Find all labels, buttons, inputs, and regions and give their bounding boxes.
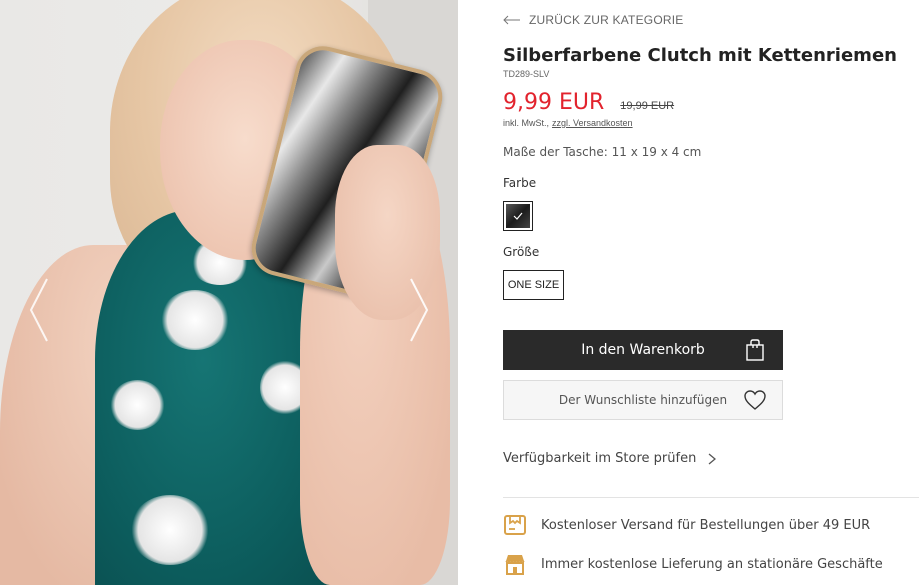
benefit-store-delivery: Immer kostenlose Lieferung an stationäre… <box>503 552 883 576</box>
check-store-availability-link[interactable]: Verfügbarkeit im Store prüfen <box>503 451 717 466</box>
benefit-text: Kostenloser Versand für Bestellungen übe… <box>541 517 871 533</box>
product-info-panel: ZURÜCK ZUR KATEGORIE Silberfarbene Clutc… <box>503 0 919 585</box>
add-to-wishlist-label: Der Wunschliste hinzufügen <box>558 393 728 407</box>
shipping-costs-link[interactable]: zzgl. Versandkosten <box>552 118 633 128</box>
color-swatch-fill <box>506 204 530 228</box>
store-availability-label: Verfügbarkeit im Store prüfen <box>503 451 697 466</box>
size-label: Größe <box>503 245 540 259</box>
bag-dimensions: Maße der Tasche: 11 x 19 x 4 cm <box>503 145 702 159</box>
add-to-wishlist-button[interactable]: Der Wunschliste hinzufügen <box>503 380 783 420</box>
divider <box>503 497 919 498</box>
gallery-prev-button[interactable] <box>24 270 54 350</box>
chevron-right-icon <box>708 453 717 464</box>
price-row: 9,99 EUR 19,99 EUR <box>503 90 674 115</box>
arrow-left-icon <box>503 15 520 25</box>
current-price: 9,99 EUR <box>503 90 605 115</box>
color-label: Farbe <box>503 176 537 190</box>
old-price: 19,99 EUR <box>620 100 675 112</box>
back-link-label: ZURÜCK ZUR KATEGORIE <box>529 13 684 27</box>
back-to-category-link[interactable]: ZURÜCK ZUR KATEGORIE <box>503 12 683 28</box>
print-flower <box>130 495 210 565</box>
tax-prefix: inkl. MwSt., <box>503 118 550 128</box>
benefit-text: Immer kostenlose Lieferung an stationäre… <box>541 556 883 572</box>
product-sku: TD289-SLV <box>503 69 550 79</box>
add-to-cart-label: In den Warenkorb <box>581 342 705 358</box>
shopping-bag-icon <box>746 339 764 361</box>
store-icon <box>505 555 525 575</box>
heart-icon <box>744 390 766 410</box>
gallery-next-button[interactable] <box>404 270 434 350</box>
delivery-box-icon <box>504 515 526 535</box>
print-flower <box>160 290 230 350</box>
chevron-right-icon <box>410 278 429 342</box>
benefit-free-shipping: Kostenloser Versand für Bestellungen übe… <box>503 513 870 537</box>
product-title: Silberfarbene Clutch mit Kettenriemen <box>503 45 897 66</box>
product-image-gallery <box>0 0 458 585</box>
chevron-left-icon <box>29 278 48 342</box>
color-swatch-silver[interactable] <box>503 201 533 231</box>
add-to-cart-button[interactable]: In den Warenkorb <box>503 330 783 370</box>
checkmark-icon <box>513 212 523 220</box>
size-option-one-size[interactable]: ONE SIZE <box>503 270 564 300</box>
tax-note: inkl. MwSt., zzgl. Versandkosten <box>503 118 633 128</box>
print-flower <box>110 380 165 430</box>
